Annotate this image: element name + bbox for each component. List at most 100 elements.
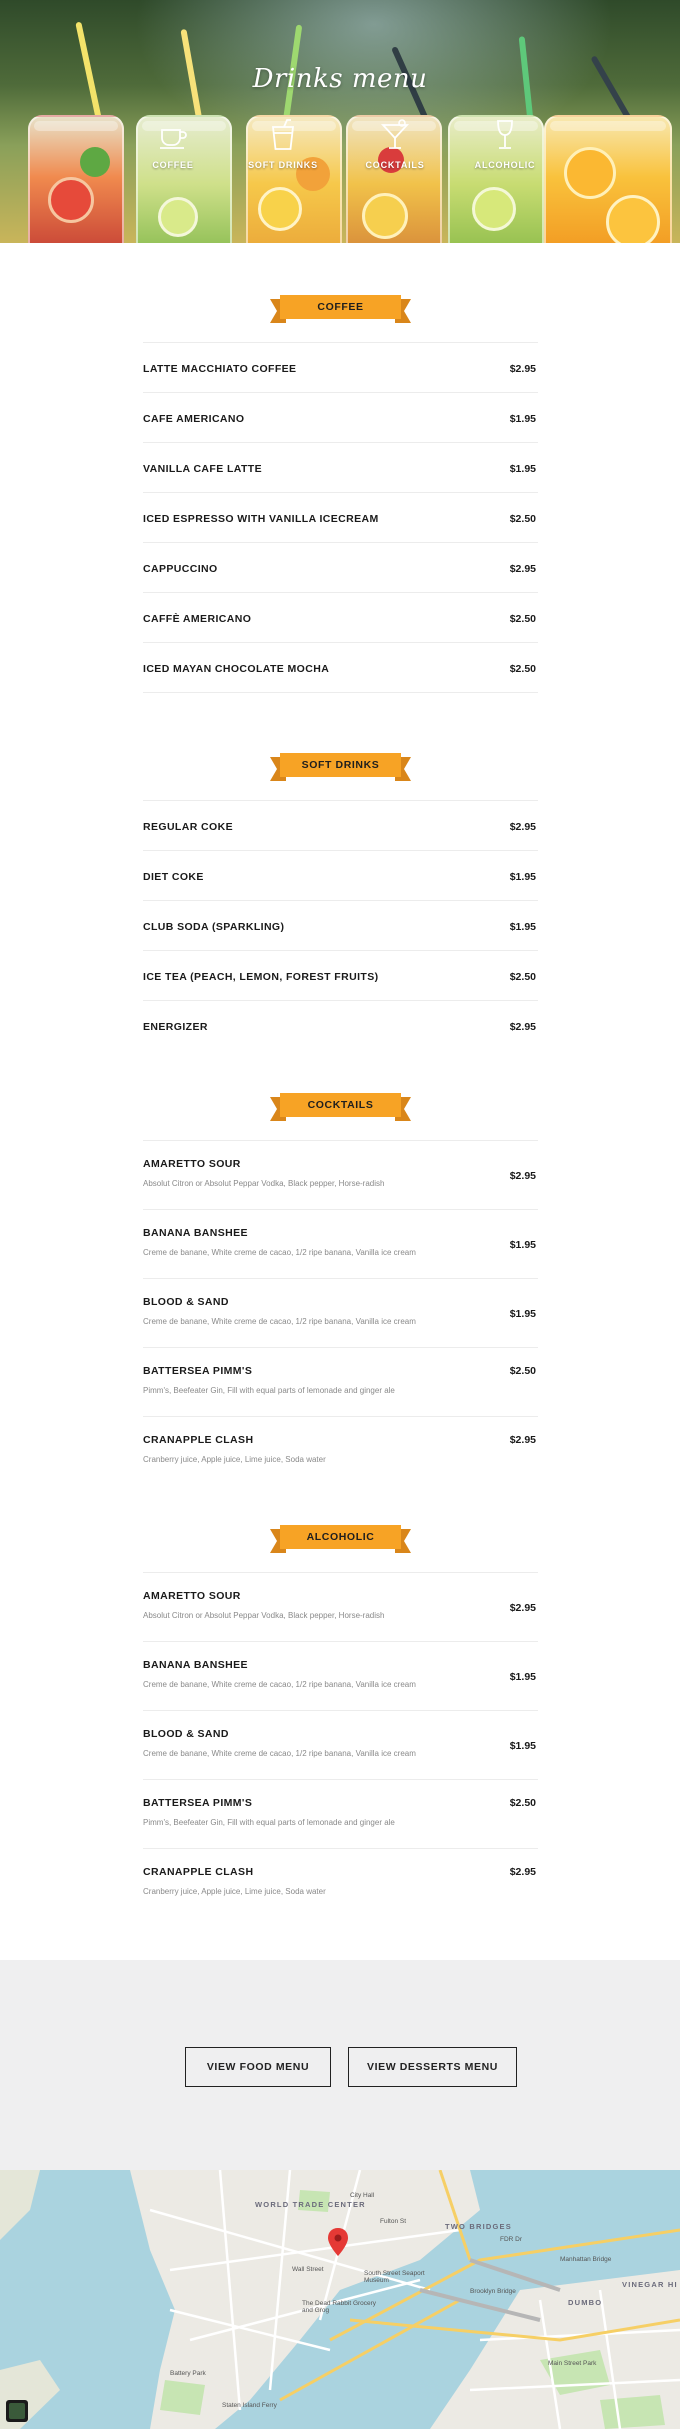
section-title: SOFT DRINKS [301,759,380,771]
page-title: Drinks menu [252,64,428,94]
section-ribbon: SOFT DRINKS [270,751,411,783]
menu-item: VANILLA CAFE LATTE $1.95 [143,442,538,492]
menu-item-price: $1.95 [509,413,536,425]
menu-item-price: $2.95 [509,1170,536,1182]
section-title: COFFEE [317,301,364,313]
nav-item-alcoholic-label: ALCOHOLIC [474,160,536,170]
menu-item-price: $1.95 [509,1671,536,1683]
menu-item-description: Creme de banane, White creme de cacao, 1… [143,1680,416,1689]
section-divider [143,692,538,693]
menu-item: BANANA BANSHEE Creme de banane, White cr… [143,1209,538,1278]
menu-item-name: BLOOD & SAND [143,1296,229,1308]
nav-item-cocktails-label: COCKTAILS [365,160,425,170]
map-label: Staten Island Ferry [222,2402,277,2409]
menu-item: CLUB SODA (SPARKLING) $1.95 [143,900,538,950]
menu-item: ICED ESPRESSO WITH VANILLA ICECREAM $2.5… [143,492,538,542]
menu-item-name: CRANAPPLE CLASH [143,1866,254,1878]
menu-item-price: $2.50 [509,971,536,983]
menu-item: BATTERSEA PIMM'S Pimm's, Beefeater Gin, … [143,1347,538,1416]
map-label: Wall Street [292,2266,324,2273]
menu-item-price: $1.95 [509,921,536,933]
map-label: Fulton St [380,2218,407,2225]
nav-item-coffee-label: COFFEE [152,160,194,170]
menu-item: CAPPUCCINO $2.95 [143,542,538,592]
menu-item-name: CLUB SODA (SPARKLING) [143,921,285,933]
menu-item-name: BATTERSEA PIMM'S [143,1365,253,1377]
nav-item-alcoholic[interactable]: ALCOHOLIC [460,118,550,170]
menu-item-price: $2.50 [509,663,536,675]
menu-item-name: AMARETTO SOUR [143,1590,241,1602]
menu-item-price: $1.95 [509,871,536,883]
map-label: FDR Dr [500,2236,523,2243]
menu-item-description: Creme de banane, White creme de cacao, 1… [143,1317,416,1326]
menu-item-price: $1.95 [509,1239,536,1251]
menu-item-price: $2.95 [509,821,536,833]
nav-item-soft-drinks[interactable]: SOFT DRINKS [238,118,328,170]
menu-item: LATTE MACCHIATO COFFEE $2.95 [143,342,538,392]
menu-item-name: LATTE MACCHIATO COFFEE [143,363,297,375]
menu-item-price: $2.95 [509,563,536,575]
fruit-slice [472,187,516,231]
menu-item-price: $2.50 [509,513,536,525]
menu-item: DIET COKE $1.95 [143,850,538,900]
section-title: ALCOHOLIC [306,1531,375,1543]
menu-item-description: Pimm's, Beefeater Gin, Fill with equal p… [143,1386,395,1395]
fruit-slice [258,187,302,231]
menu-section-alcoholic: ALCOHOLIC AMARETTO SOUR Absolut Citron o… [143,1523,538,1903]
view-food-menu-button[interactable]: VIEW FOOD MENU [185,2047,331,2087]
map-label: Manhattan Bridge [560,2256,612,2263]
section-title: COCKTAILS [307,1099,374,1111]
fruit-slice [362,193,408,239]
menu-item-name: ICED ESPRESSO WITH VANILLA ICECREAM [143,513,379,525]
coffee-cup-icon [160,129,187,149]
menu-item-name: CAFFÈ AMERICANO [143,613,252,625]
wine-glass-icon [497,120,513,149]
nav-item-soft-drinks-label: SOFT DRINKS [248,160,318,170]
menu-item: CRANAPPLE CLASH Cranberry juice, Apple j… [143,1416,538,1471]
menu-section-cocktails: COCKTAILS AMARETTO SOUR Absolut Citron o… [143,1091,538,1471]
menu-item-description: Pimm's, Beefeater Gin, Fill with equal p… [143,1818,395,1827]
menu-item-name: DIET COKE [143,871,204,883]
menu-item: BATTERSEA PIMM'S Pimm's, Beefeater Gin, … [143,1779,538,1848]
menu-item: ICE TEA (PEACH, LEMON, FOREST FRUITS) $2… [143,950,538,1000]
menu-item-name: BANANA BANSHEE [143,1659,248,1671]
map-label: WORLD TRADE CENTER [255,2200,366,2209]
menu-links-band [0,1960,680,2170]
menu-item-price: $2.95 [509,1602,536,1614]
location-map[interactable]: WORLD TRADE CENTER TWO BRIDGES DUMBO VIN… [0,2170,680,2429]
map-label: South Street Seaport Museum [364,2270,425,2284]
menu-item: AMARETTO SOUR Absolut Citron or Absolut … [143,1140,538,1209]
menu-item: CAFE AMERICANO $1.95 [143,392,538,442]
section-ribbon: COFFEE [270,293,411,325]
menu-item-price: $2.95 [509,363,536,375]
map-label: TWO BRIDGES [445,2222,512,2231]
menu-item-name: ICE TEA (PEACH, LEMON, FOREST FRUITS) [143,971,379,983]
menu-item: ENERGIZER $2.95 [143,1000,538,1050]
menu-item: CRANAPPLE CLASH Cranberry juice, Apple j… [143,1848,538,1903]
view-desserts-menu-button[interactable]: VIEW DESSERTS MENU [348,2047,517,2087]
menu-item-name: ENERGIZER [143,1021,208,1033]
nav-item-cocktails[interactable]: COCKTAILS [350,118,440,170]
menu-item-name: CAPPUCCINO [143,563,218,575]
fruit-slice [606,195,660,243]
menu-item-name: CAFE AMERICANO [143,413,245,425]
menu-item-price: $2.95 [509,1021,536,1033]
map-label: The Dead Rabbit Grocery and Grog [302,2300,377,2314]
map-label: VINEGAR HI [622,2280,678,2289]
menu-item-price: $2.50 [509,1797,536,1809]
menu-item-price: $2.50 [509,613,536,625]
fruit-slice [158,197,198,237]
menu-item-name: ICED MAYAN CHOCOLATE MOCHA [143,663,330,675]
menu-item: ICED MAYAN CHOCOLATE MOCHA $2.50 [143,642,538,692]
menu-item-name: AMARETTO SOUR [143,1158,241,1170]
menu-item-name: CRANAPPLE CLASH [143,1434,254,1446]
menu-item: CAFFÈ AMERICANO $2.50 [143,592,538,642]
menu-item-name: BATTERSEA PIMM'S [143,1797,253,1809]
menu-section-coffee: COFFEE LATTE MACCHIATO COFFEE $2.95 CAFE… [143,293,538,693]
nav-item-coffee[interactable]: COFFEE [128,118,218,170]
menu-item-description: Cranberry juice, Apple juice, Lime juice… [143,1887,326,1896]
menu-item: BLOOD & SAND Creme de banane, White crem… [143,1710,538,1779]
map-label: DUMBO [568,2298,603,2307]
menu-item: REGULAR COKE $2.95 [143,800,538,850]
menu-item-name: BANANA BANSHEE [143,1227,248,1239]
